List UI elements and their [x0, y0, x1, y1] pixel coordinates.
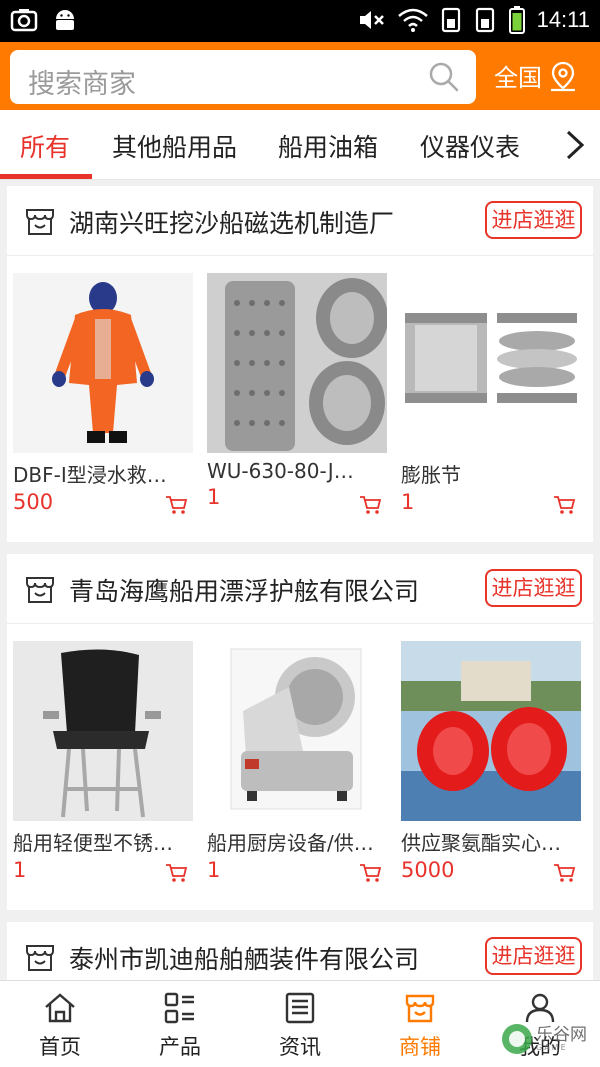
product-image[interactable] — [13, 273, 193, 453]
expansion-joint-image — [401, 273, 581, 453]
product-item[interactable]: 供应聚氨酯实心… 5000 — [401, 641, 581, 882]
product-image[interactable] — [401, 641, 581, 821]
search-icon[interactable] — [428, 61, 460, 93]
watermark-logo-icon — [502, 1024, 532, 1054]
product-item[interactable]: DBF-I型浸水救… 500 — [13, 273, 193, 514]
product-name: 船用厨房设备/供… — [207, 831, 374, 855]
shop-icon — [26, 577, 54, 603]
region-selector[interactable]: 全国 — [494, 58, 578, 93]
product-image[interactable] — [207, 641, 387, 821]
search-box[interactable]: 搜索商家 — [10, 50, 476, 104]
tab-other-ship-supplies[interactable]: 其他船用品 — [112, 128, 237, 164]
nav-home-label: 首页 — [39, 1035, 81, 1059]
meat-slicer-image — [207, 641, 387, 821]
nav-shops[interactable]: 商铺 — [360, 991, 480, 1061]
tab-instruments[interactable]: 仪器仪表 — [420, 128, 520, 164]
immersion-suit-image — [13, 273, 193, 453]
news-icon — [285, 992, 315, 1024]
tab-ship-fuel-tanks[interactable]: 船用油箱 — [278, 128, 378, 164]
product-name: WU-630-80-J… — [207, 459, 354, 483]
active-tab-indicator — [0, 174, 92, 179]
cart-icon[interactable] — [165, 495, 187, 515]
shop-icon — [26, 209, 54, 235]
cart-icon[interactable] — [165, 863, 187, 883]
nav-products-label: 产品 — [159, 1035, 201, 1059]
grid-list-icon — [164, 992, 194, 1024]
nav-products[interactable]: 产品 — [120, 991, 240, 1061]
store-header[interactable]: 泰州市凯迪船舶舾装件有限公司 进店逛逛 — [7, 922, 593, 980]
product-item[interactable]: 船用厨房设备/供… 1 — [207, 641, 387, 882]
tab-all[interactable]: 所有 — [20, 128, 70, 164]
location-pin-icon — [551, 61, 575, 91]
region-label: 全国 — [494, 64, 542, 92]
sim1-signal-icon — [441, 7, 460, 33]
store-name[interactable]: 泰州市凯迪船舶舾装件有限公司 — [69, 940, 419, 976]
store-header[interactable]: 青岛海鹰船用漂浮护舷有限公司 进店逛逛 — [7, 554, 593, 624]
product-name: 供应聚氨酯实心… — [401, 831, 561, 855]
product-image[interactable] — [207, 273, 387, 453]
store-card: 青岛海鹰船用漂浮护舷有限公司 进店逛逛 船用轻便型不锈… 1 船用厨房设备/供…… — [7, 554, 593, 910]
screenshot-icon — [10, 9, 38, 32]
nav-news[interactable]: 资讯 — [240, 991, 360, 1061]
product-item[interactable]: WU-630-80-J… 1 — [207, 273, 387, 514]
product-image[interactable] — [401, 273, 581, 453]
watermark-text: 乐谷网 — [536, 1024, 587, 1045]
cart-icon[interactable] — [553, 495, 575, 515]
product-name: DBF-I型浸水救… — [13, 463, 167, 487]
battery-icon — [508, 6, 525, 34]
shop-icon — [405, 994, 435, 1023]
search-header: 搜索商家 全国 — [0, 42, 600, 110]
nav-shops-label: 商铺 — [399, 1035, 441, 1059]
shop-icon — [26, 945, 54, 971]
enter-store-button[interactable]: 进店逛逛 — [485, 569, 582, 607]
watermark: 乐谷网 GAME — [500, 1022, 587, 1056]
clock: 14:11 — [536, 7, 590, 32]
product-item[interactable]: 膨胀节 1 — [401, 273, 581, 514]
cart-icon[interactable] — [359, 495, 381, 515]
cart-icon[interactable] — [359, 863, 381, 883]
product-image[interactable] — [13, 641, 193, 821]
store-name[interactable]: 青岛海鹰船用漂浮护舷有限公司 — [69, 572, 419, 608]
enter-store-button[interactable]: 进店逛逛 — [485, 937, 582, 975]
wifi-icon — [397, 8, 428, 32]
store-name[interactable]: 湖南兴旺挖沙船磁选机制造厂 — [69, 204, 394, 240]
category-tabs: 所有 其他船用品 船用油箱 仪器仪表 船 — [0, 110, 600, 180]
status-bar: 14:11 — [0, 0, 600, 42]
product-name: 船用轻便型不锈… — [13, 831, 173, 855]
tabs-scroll-right[interactable] — [540, 110, 600, 179]
android-icon — [56, 10, 74, 30]
mute-icon — [359, 11, 384, 29]
store-card: 湖南兴旺挖沙船磁选机制造厂 进店逛逛 DBF-I型浸水救… 500 WU-630… — [7, 186, 593, 542]
enter-store-button[interactable]: 进店逛逛 — [485, 201, 582, 239]
cart-icon[interactable] — [553, 863, 575, 883]
filter-element-image — [207, 273, 387, 453]
chevron-right-icon — [566, 130, 585, 160]
foam-fender-image — [401, 641, 581, 821]
user-icon — [525, 993, 555, 1023]
sim2-signal-icon — [475, 7, 494, 33]
store-header[interactable]: 湖南兴旺挖沙船磁选机制造厂 进店逛逛 — [7, 186, 593, 256]
store-card: 泰州市凯迪船舶舾装件有限公司 进店逛逛 — [7, 922, 593, 980]
product-name: 膨胀节 — [401, 463, 461, 487]
home-icon — [45, 993, 75, 1023]
nav-home[interactable]: 首页 — [0, 991, 120, 1061]
search-input[interactable]: 搜索商家 — [28, 62, 136, 101]
ship-chair-image — [13, 641, 193, 821]
product-item[interactable]: 船用轻便型不锈… 1 — [13, 641, 193, 882]
watermark-sub: GAME — [536, 1042, 568, 1052]
nav-news-label: 资讯 — [279, 1035, 321, 1059]
